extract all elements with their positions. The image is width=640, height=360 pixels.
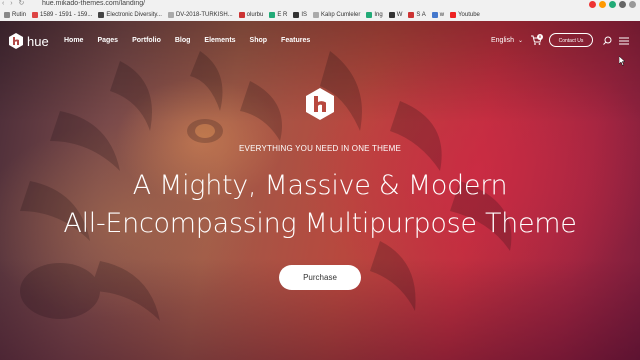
mouse-cursor-icon — [619, 56, 626, 66]
nav-elements[interactable]: Elements — [204, 37, 235, 44]
bookmark-favicon-icon — [238, 11, 245, 18]
bookmark-favicon-icon — [269, 11, 276, 18]
bookmark-label: Electronic Diversity... — [106, 11, 162, 18]
bookmark-item[interactable]: Kalıp Cumleler — [313, 11, 361, 18]
address-bar[interactable]: ‹ › ↻ hue.mikado-themes.com/landing/ — [0, 0, 640, 8]
nav-shop[interactable]: Shop — [250, 37, 268, 44]
hero-headline-line1: A Mighty, Massive & Modern — [132, 170, 508, 201]
bookmark-favicon-icon — [313, 11, 320, 18]
extension-icon[interactable] — [629, 0, 636, 8]
hue-logo-icon — [9, 33, 23, 49]
bookmarks-bar: Rutin 1589 - 1591 - 159... Electronic Dive… — [0, 9, 640, 20]
bookmark-favicon-icon — [366, 11, 373, 18]
nav-portfolio[interactable]: Portfolio — [132, 37, 161, 44]
bookmark-favicon-icon — [450, 11, 457, 18]
browser-chrome: ‹ › ↻ hue.mikado-themes.com/landing/ Rut… — [0, 0, 640, 22]
url-text[interactable]: hue.mikado-themes.com/landing/ — [42, 0, 145, 8]
bookmark-item[interactable]: IS — [293, 11, 308, 18]
bookmark-item[interactable]: Ing — [366, 11, 383, 18]
bookmark-label: Youtube — [458, 11, 480, 18]
bookmark-item[interactable]: 1589 - 1591 - 159... — [32, 11, 93, 18]
bookmark-label: w — [439, 11, 445, 18]
extension-icon[interactable] — [609, 0, 616, 8]
browser-nav-icons[interactable]: ‹ › ↻ — [2, 0, 26, 8]
bookmark-favicon-icon — [388, 11, 395, 18]
cart-count-badge: 0 — [537, 34, 543, 40]
extension-icon[interactable] — [589, 0, 596, 8]
hamburger-menu-icon[interactable] — [619, 37, 629, 45]
bookmark-label: Rutin — [12, 11, 27, 18]
bookmark-item[interactable]: S A — [408, 11, 426, 18]
bookmark-label: Kalıp Cumleler — [321, 11, 361, 18]
site-logo[interactable]: hue — [9, 33, 49, 49]
bookmark-label: 1589 - 1591 - 159... — [40, 11, 93, 18]
language-label: English — [491, 37, 514, 44]
bookmark-item[interactable]: E R — [269, 11, 288, 18]
nav-pages[interactable]: Pages — [97, 37, 118, 44]
purchase-button[interactable]: Purchase — [279, 265, 361, 290]
language-selector[interactable]: English ⌄ — [491, 37, 523, 44]
bookmark-label: E R — [277, 11, 288, 18]
bookmark-favicon-icon — [167, 11, 174, 18]
hero-tagline: EVERYTHING YOU NEED IN ONE THEME — [239, 144, 401, 153]
search-icon[interactable] — [603, 36, 612, 45]
bookmark-label: W — [396, 11, 403, 18]
bookmark-item[interactable]: Rutin — [4, 11, 27, 18]
hero-logo-icon — [306, 88, 334, 120]
bookmark-favicon-icon — [4, 11, 10, 18]
bookmark-item[interactable]: W — [388, 11, 403, 18]
extension-icon[interactable] — [619, 0, 626, 8]
contact-us-button[interactable]: Contact Us — [549, 33, 593, 47]
bookmark-label: IS — [301, 11, 308, 18]
bookmark-item[interactable]: w — [431, 11, 445, 18]
bookmark-item[interactable]: Youtube — [450, 11, 480, 18]
bookmark-item[interactable]: DV-2018-TURKISH... — [167, 11, 233, 18]
bookmark-favicon-icon — [32, 11, 39, 18]
chevron-down-icon: ⌄ — [517, 38, 523, 44]
bookmark-favicon-icon — [98, 11, 105, 18]
bookmark-label: DV-2018-TURKISH... — [175, 11, 233, 18]
bookmark-label: olurbu — [246, 11, 264, 18]
nav-blog[interactable]: Blog — [175, 37, 191, 44]
nav-features[interactable]: Features — [281, 37, 310, 44]
site-header: hue Home Pages Portfolio Blog Elements S… — [0, 21, 640, 61]
logo-text: hue — [27, 33, 49, 49]
nav-home[interactable]: Home — [64, 37, 83, 44]
bookmark-item[interactable]: olurbu — [238, 11, 264, 18]
bookmark-label: S A — [416, 11, 426, 18]
bookmark-favicon-icon — [408, 11, 415, 18]
extension-icon[interactable] — [599, 0, 606, 8]
bookmark-item[interactable]: Electronic Diversity... — [98, 11, 162, 18]
bookmark-label: Ing — [374, 11, 383, 18]
main-nav: Home Pages Portfolio Blog Elements Shop … — [64, 37, 310, 44]
bookmark-favicon-icon — [431, 11, 438, 18]
extension-icons[interactable] — [589, 0, 636, 8]
hero-headline-line2: All-Encompassing Multipurpose Theme — [63, 208, 577, 239]
bookmark-favicon-icon — [293, 11, 300, 18]
